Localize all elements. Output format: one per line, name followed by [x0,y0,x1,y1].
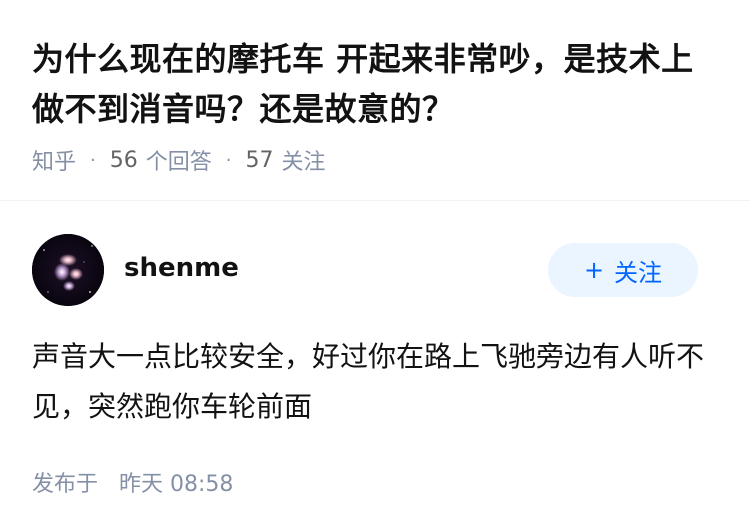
galaxy-avatar-icon [32,234,104,306]
follow-count-label: 关注 [281,150,326,175]
follow-count: 57 [245,147,274,173]
question-meta: 知乎 · 56 个回答 · 57 关注 [32,145,326,176]
meta-separator: · [225,149,232,171]
publish-time: 昨天 08:58 [119,472,234,497]
follow-button-label: 关注 [614,258,663,287]
publish-info: 发布于 昨天 08:58 [32,466,233,498]
divider [0,200,750,201]
answer-page: 为什么现在的摩托车 开起来非常吵，是技术上做不到消音吗？还是故意的？ 知乎 · … [0,0,750,532]
avatar[interactable] [32,234,104,306]
answer-count: 56 [109,147,138,173]
plus-icon: + [583,256,605,284]
meta-separator: · [90,149,96,171]
follow-button[interactable]: + 关注 [548,243,698,297]
publish-label: 发布于 [32,472,99,497]
answer-count-label: 个回答 [145,150,212,175]
question-title[interactable]: 为什么现在的摩托车 开起来非常吵，是技术上做不到消音吗？还是故意的？ [32,34,718,134]
source-label: 知乎 [32,150,77,175]
answer-content[interactable]: 声音大一点比较安全，好过你在路上飞驰旁边有人听不见，突然跑你车轮前面 [32,332,718,432]
author-name[interactable]: shenme [124,252,239,284]
